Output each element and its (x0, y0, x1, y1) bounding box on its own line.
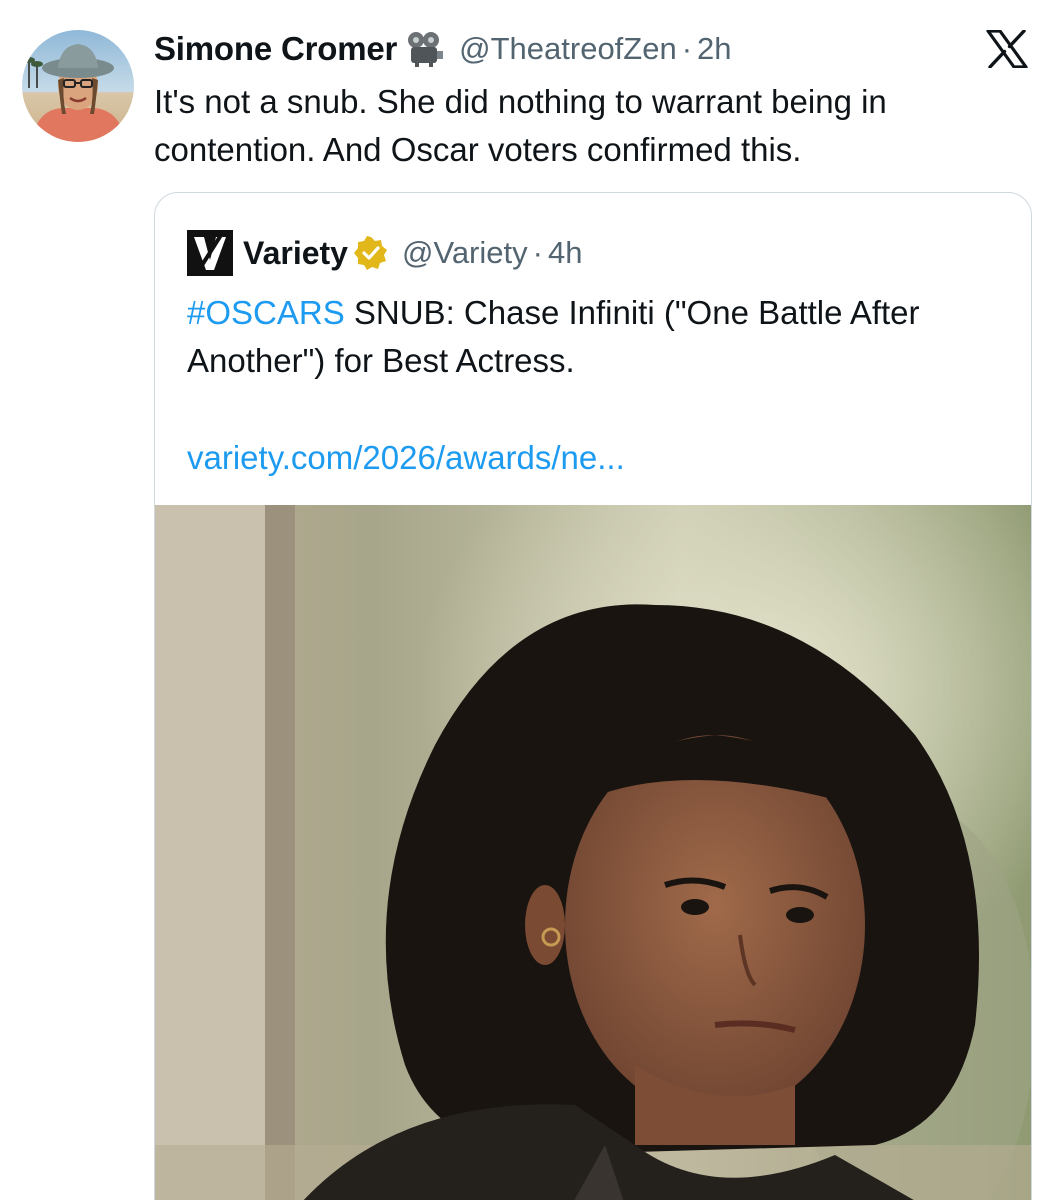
quoted-timestamp[interactable]: 4h (548, 235, 582, 271)
avatar[interactable] (22, 30, 134, 142)
variety-logo-icon[interactable] (187, 230, 233, 276)
quoted-tweet-header: Variety @Variety · 4h (187, 230, 582, 276)
tweet-header: Simone Cromer @TheatreofZen · 2h (154, 28, 732, 70)
separator-dot: · (681, 31, 693, 66)
hashtag-link[interactable]: #OSCARS (187, 294, 345, 331)
film-projector-icon (405, 31, 445, 67)
timestamp[interactable]: 2h (697, 31, 731, 67)
separator-dot: · (532, 235, 543, 270)
quoted-tweet-photo[interactable] (155, 505, 1031, 1200)
quoted-tweet-card[interactable]: Variety @Variety · 4h #OSCARS SNUB: Chas… (154, 192, 1032, 1200)
quoted-display-name[interactable]: Variety (243, 235, 348, 272)
gold-verified-badge-icon (353, 236, 388, 270)
handle[interactable]: @TheatreofZen (459, 31, 677, 67)
article-link[interactable]: variety.com/2026/awards/ne... (187, 439, 625, 477)
quoted-tweet-text: #OSCARS SNUB: Chase Infiniti ("One Battl… (187, 289, 987, 385)
quoted-handle[interactable]: @Variety (402, 235, 528, 271)
tweet-text: It's not a snub. She did nothing to warr… (154, 83, 887, 168)
display-name[interactable]: Simone Cromer (154, 30, 397, 68)
x-logo-icon[interactable] (986, 29, 1028, 69)
